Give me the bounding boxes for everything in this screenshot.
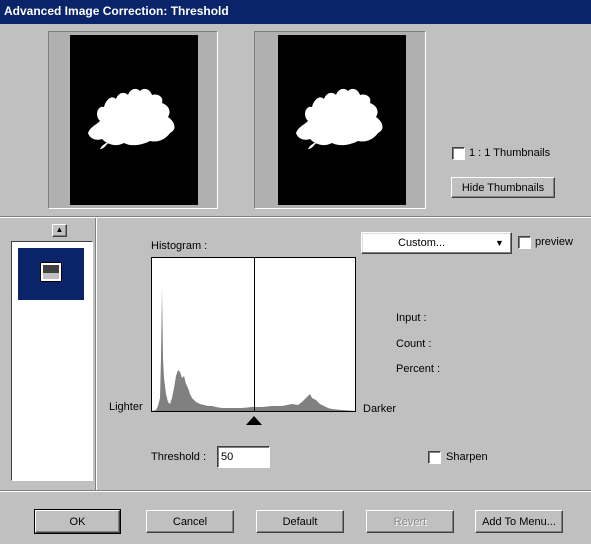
original-thumbnail-image [70, 35, 198, 205]
window-title: Advanced Image Correction: Threshold [4, 4, 229, 18]
histogram-title: Histogram : [151, 240, 208, 252]
count-label: Count : [396, 338, 432, 350]
chevron-down-icon: ▼ [495, 238, 504, 248]
sharpen-checkbox[interactable] [428, 451, 441, 464]
threshold-line[interactable] [254, 258, 255, 411]
separator [0, 217, 591, 218]
preview-checkbox[interactable] [518, 236, 531, 249]
window-title-bar[interactable]: Advanced Image Correction: Threshold [0, 0, 591, 24]
scroll-up-button[interactable]: ▲ [52, 224, 67, 237]
histogram-box[interactable] [151, 257, 356, 412]
hide-thumbnails-button[interactable]: Hide Thumbnails [451, 177, 555, 198]
sharpen-label: Sharpen [446, 451, 488, 463]
preview-thumbnail [254, 31, 426, 209]
preset-list[interactable] [11, 241, 93, 481]
one-to-one-thumbnails-label: 1 : 1 Thumbnails [469, 147, 551, 159]
lotus-silhouette-icon [88, 88, 175, 149]
ok-button[interactable]: OK [34, 509, 121, 534]
preview-thumbnail-image [278, 35, 406, 205]
preview-label: preview [535, 236, 573, 248]
darker-label: Darker [363, 403, 397, 415]
one-to-one-thumbnails-checkbox[interactable] [452, 147, 465, 160]
lotus-silhouette-icon [296, 88, 383, 149]
mode-dropdown-value: Custom... [398, 237, 446, 249]
separator [96, 218, 97, 490]
revert-button[interactable]: Revert [366, 510, 454, 533]
triangle-up-icon: ▲ [55, 225, 64, 234]
image-thumbnail-icon [40, 262, 62, 282]
preset-item-selected[interactable] [18, 248, 84, 300]
threshold-label: Threshold : [151, 451, 207, 463]
input-label: Input : [396, 312, 427, 324]
add-to-menu-button[interactable]: Add To Menu... [475, 510, 563, 533]
mode-dropdown[interactable]: Custom... ▼ [361, 232, 512, 254]
original-thumbnail [48, 31, 218, 209]
percent-label: Percent : [396, 363, 441, 375]
cancel-button[interactable]: Cancel [146, 510, 234, 533]
threshold-slider-handle[interactable] [246, 416, 262, 425]
separator [0, 491, 591, 492]
threshold-input[interactable] [217, 446, 270, 468]
lighter-label: Lighter [109, 401, 143, 413]
default-button[interactable]: Default [256, 510, 344, 533]
